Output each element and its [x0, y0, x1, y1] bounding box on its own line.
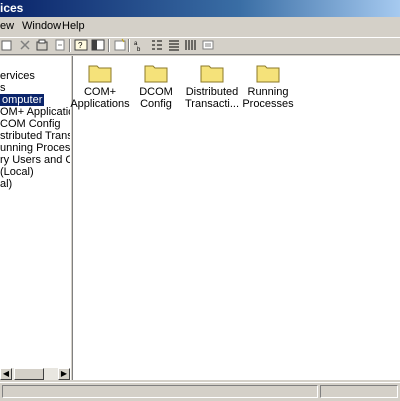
- folder-icon: [200, 65, 224, 83]
- menu-help[interactable]: Help: [62, 20, 85, 32]
- status-bar: [0, 382, 400, 401]
- status-pane-secondary: [320, 385, 398, 398]
- folder-distributed-transaction[interactable]: Distributed Transacti...: [180, 62, 244, 110]
- toolbar: ? ab: [0, 37, 400, 55]
- folder-running-processes[interactable]: Running Processes: [236, 62, 300, 110]
- tree-item-computers[interactable]: s: [0, 82, 6, 94]
- svg-text:b: b: [137, 47, 141, 52]
- tree-item-component-services[interactable]: ervices: [0, 70, 35, 82]
- cut-icon[interactable]: [18, 38, 32, 52]
- console-tree[interactable]: ervices s omputer OM+ Applications COM C…: [0, 56, 71, 380]
- toolbar-separator: [128, 39, 130, 52]
- toolbar-separator: [108, 39, 110, 52]
- details-icon[interactable]: [184, 38, 198, 52]
- menu-view[interactable]: ew: [0, 20, 14, 32]
- menu-bar: ew Window Help: [0, 17, 400, 37]
- export-icon[interactable]: [53, 38, 67, 52]
- window-title: ices: [0, 1, 24, 15]
- tree-item-dcom-config[interactable]: COM Config: [0, 118, 61, 130]
- tree-item-distributed-transaction[interactable]: stributed Transactic: [0, 130, 70, 142]
- properties-sheet-icon[interactable]: [35, 38, 49, 52]
- status-pane-main: [2, 385, 318, 398]
- tree-item-services-local[interactable]: al): [0, 178, 12, 190]
- tree-item-com-applications[interactable]: OM+ Applications: [0, 106, 70, 118]
- tree-item-event-viewer[interactable]: (Local): [0, 166, 34, 178]
- small-icons-icon[interactable]: [150, 38, 164, 52]
- tree-item-active-directory[interactable]: ry Users and Comp: [0, 154, 70, 166]
- details-pane[interactable]: COM+ Applications DCOM Config Distribute…: [70, 56, 400, 380]
- menu-window[interactable]: Window: [22, 20, 61, 32]
- tree-item-running-processes[interactable]: unning Processes: [0, 142, 70, 154]
- scrollbar-thumb[interactable]: [14, 368, 44, 380]
- help-icon[interactable]: ?: [74, 38, 88, 52]
- folder-icon: [256, 65, 280, 83]
- toolbar-separator: [69, 39, 71, 52]
- folder-icon: [88, 65, 112, 83]
- scroll-left-icon[interactable]: ◀: [0, 368, 12, 380]
- svg-text:?: ?: [78, 41, 83, 50]
- scroll-right-icon[interactable]: ▶: [58, 368, 70, 380]
- folder-label: Distributed Transacti...: [185, 86, 239, 110]
- tree-item-my-computer[interactable]: omputer: [0, 94, 45, 106]
- tree-horizontal-scrollbar[interactable]: ◀ ▶: [0, 368, 70, 380]
- large-icons-icon[interactable]: ab: [133, 38, 147, 52]
- folder-label: Running Processes: [242, 86, 294, 110]
- list-icon[interactable]: [167, 38, 181, 52]
- folder-label: COM+ Applications: [70, 86, 130, 110]
- properties-icon[interactable]: [0, 38, 14, 52]
- view-options-icon[interactable]: [201, 38, 215, 52]
- mmc-icon[interactable]: [91, 38, 105, 52]
- folder-com-applications[interactable]: COM+ Applications: [68, 62, 132, 110]
- title-bar: ices: [0, 0, 400, 17]
- folder-icon: [144, 65, 168, 83]
- folder-label: DCOM Config: [139, 86, 173, 110]
- folder-dcom-config[interactable]: DCOM Config: [124, 62, 188, 110]
- new-window-icon[interactable]: [113, 38, 127, 52]
